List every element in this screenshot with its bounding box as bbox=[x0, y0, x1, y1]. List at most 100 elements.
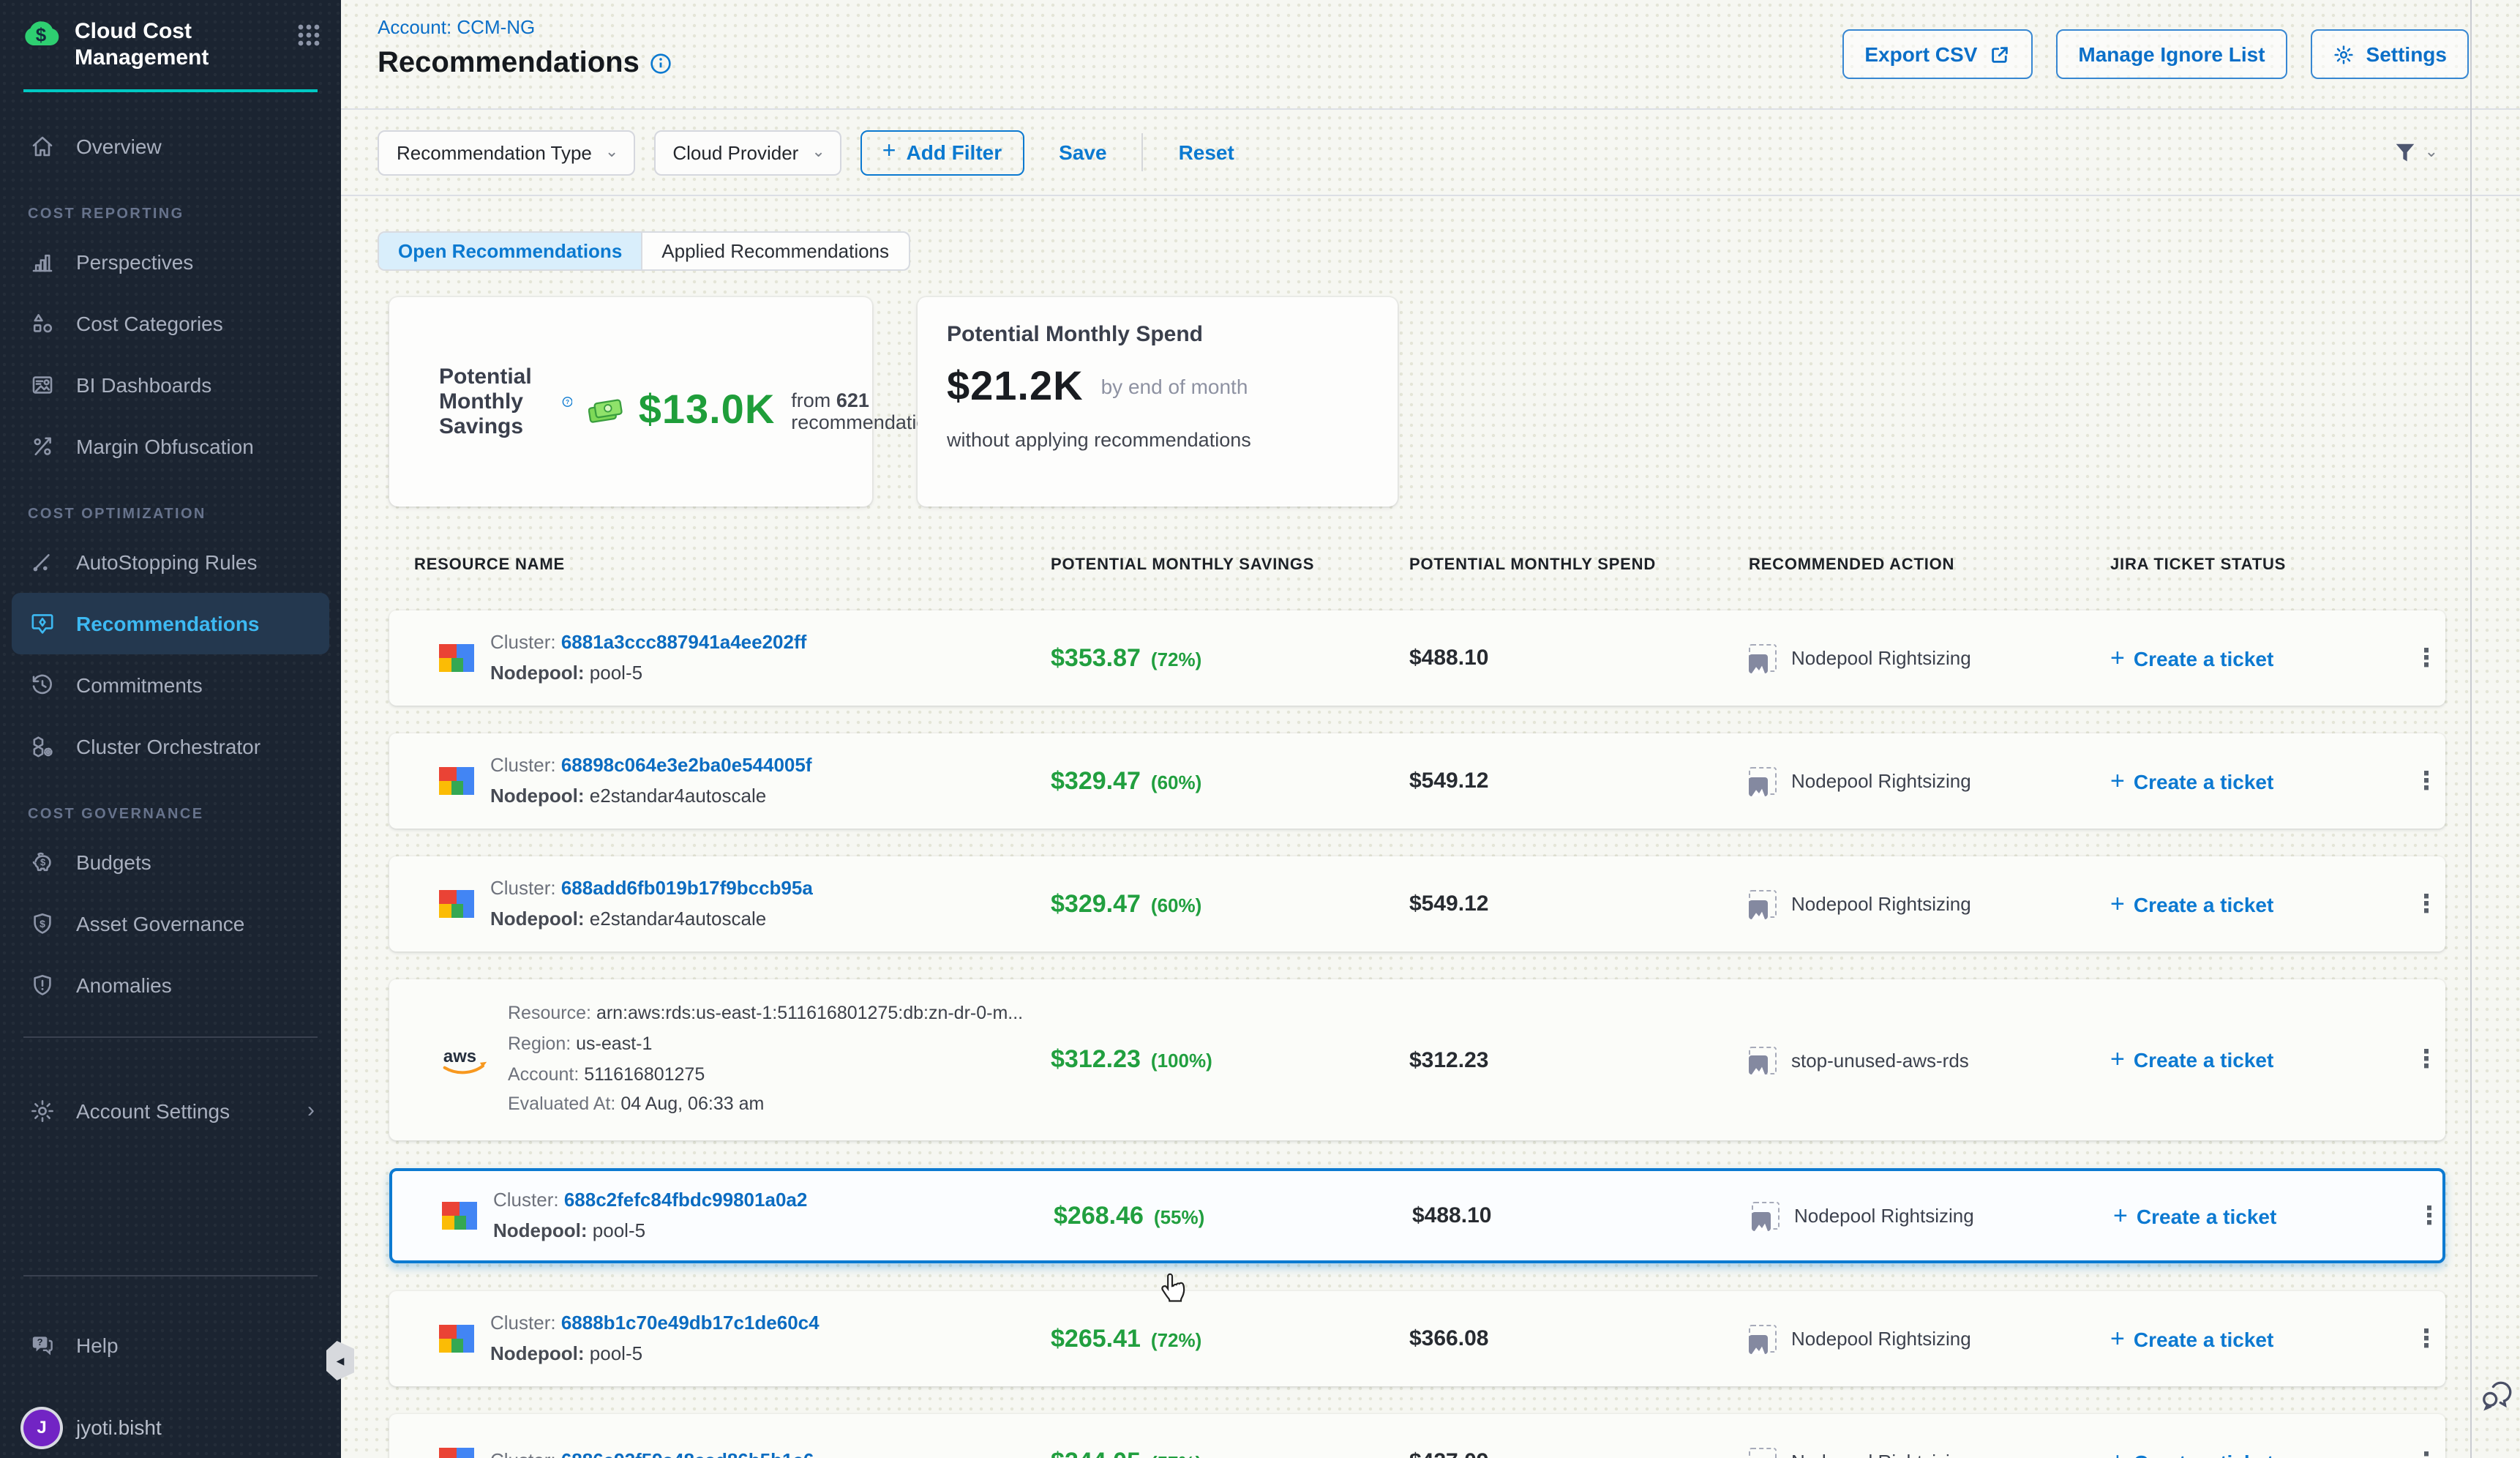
module-grid-icon[interactable] bbox=[297, 23, 320, 54]
money-icon bbox=[589, 396, 626, 424]
scrollbar-track[interactable] bbox=[2470, 0, 2472, 1458]
recommendation-row[interactable]: Cluster: 68898c064e3e2ba0e544005fNodepoo… bbox=[389, 733, 2445, 829]
svg-text:$: $ bbox=[36, 24, 47, 46]
recommendation-row[interactable]: Cluster: 6888b1c70e49db17c1de60c4Nodepoo… bbox=[389, 1291, 2445, 1386]
potential-spend-cell: $312.23 bbox=[1409, 1047, 1749, 1072]
potential-spend-cell: $427.09 bbox=[1409, 1449, 1749, 1458]
sidebar-item-margin-obfuscation[interactable]: Margin Obfuscation bbox=[0, 415, 341, 476]
resource-line: Cluster: 6881a3ccc887941a4ee202ff bbox=[490, 631, 806, 655]
potential-savings-cell: $329.47(60%) bbox=[1051, 766, 1409, 796]
ccm-cloud-logo-icon: $ bbox=[22, 19, 61, 50]
dashboard-icon bbox=[28, 370, 57, 399]
create-ticket-link[interactable]: +Create a ticket bbox=[2110, 1447, 2407, 1458]
sidebar-item-cost-categories[interactable]: Cost Categories bbox=[0, 292, 341, 354]
filter-panel-toggle[interactable]: ⌄ bbox=[2393, 140, 2438, 165]
resource-id-link[interactable]: 688c2fefc84fbdc99801a0a2 bbox=[564, 1189, 808, 1211]
table-header: RESOURCE NAME POTENTIAL MONTHLY SAVINGS … bbox=[389, 556, 2445, 574]
spend-amount-suffix: by end of month bbox=[1101, 375, 1248, 398]
main-content: Account: CCM-NG Recommendations Export C… bbox=[341, 0, 2520, 1458]
recommendation-type-dropdown[interactable]: Recommendation Type ⌄ bbox=[378, 130, 634, 175]
chevron-right-icon: › bbox=[307, 1098, 315, 1123]
row-kebab-menu[interactable]: ⋮ bbox=[2407, 766, 2445, 796]
resource-id-link[interactable]: 6888b1c70e49db17c1de60c4 bbox=[561, 1312, 820, 1334]
rightsizing-action-icon bbox=[1749, 644, 1777, 672]
resource-line: Nodepool: pool-5 bbox=[490, 1342, 820, 1367]
resource-cell: Cluster: 688add6fb019b17f9bccb95aNodepoo… bbox=[389, 877, 1051, 932]
account-breadcrumb-link[interactable]: Account: CCM-NG bbox=[378, 16, 535, 38]
resource-line-label: Evaluated At: bbox=[508, 1094, 615, 1114]
sidebar-item-cluster-orchestrator[interactable]: Cluster Orchestrator bbox=[0, 715, 341, 777]
question-icon[interactable]: ? bbox=[561, 388, 572, 416]
gcp-logo-icon bbox=[442, 1202, 477, 1230]
resource-line-value: pool-5 bbox=[590, 1342, 642, 1364]
support-chat-icon[interactable] bbox=[2479, 1379, 2514, 1418]
create-ticket-link[interactable]: +Create a ticket bbox=[2113, 1201, 2410, 1230]
row-kebab-menu[interactable]: ⋮ bbox=[2407, 643, 2445, 673]
resource-id-link[interactable]: 68898c064e3e2ba0e544005f bbox=[561, 754, 812, 776]
help-label: Help bbox=[76, 1334, 119, 1357]
tab-open-recommendations[interactable]: Open Recommendations bbox=[379, 233, 642, 269]
recommendation-row[interactable]: Cluster: 6881a3ccc887941a4ee202ff Nodepoo… bbox=[389, 610, 2445, 706]
sidebar-item-bi-dashboards[interactable]: BI Dashboards bbox=[0, 354, 341, 415]
gear-icon bbox=[28, 1096, 57, 1125]
row-kebab-menu[interactable]: ⋮ bbox=[2407, 1447, 2445, 1458]
recommendation-row[interactable]: Cluster: 688add6fb019b17f9bccb95aNodepoo… bbox=[389, 856, 2445, 952]
resource-line: Cluster: 688add6fb019b17f9bccb95a bbox=[490, 877, 813, 901]
resource-id-link[interactable]: 6881a3ccc887941a4ee202ff bbox=[561, 631, 806, 653]
export-csv-button[interactable]: Export CSV bbox=[1842, 29, 2033, 79]
sidebar-item-overview[interactable]: Overview bbox=[0, 115, 341, 176]
resource-line: Nodepool: pool-5 bbox=[490, 662, 806, 686]
plus-icon: + bbox=[2110, 1447, 2125, 1458]
recommended-action-cell: Nodepool Rightsizing bbox=[1749, 1325, 2110, 1353]
sidebar-item-anomalies[interactable]: Anomalies bbox=[0, 954, 341, 1015]
potential-monthly-spend-card: Potential Monthly Spend $21.2K by end of… bbox=[918, 297, 1398, 506]
row-kebab-menu[interactable]: ⋮ bbox=[2407, 889, 2445, 919]
recommendation-row[interactable]: Cluster: 688c2fefc84fbdc99801a0a2Nodepoo… bbox=[389, 1168, 2445, 1263]
sidebar-item-autostopping-rules[interactable]: AutoStopping Rules bbox=[0, 531, 341, 592]
savings-amount: $13.0K bbox=[639, 386, 776, 433]
create-ticket-link[interactable]: +Create a ticket bbox=[2110, 643, 2407, 673]
potential-spend-cell: $549.12 bbox=[1409, 891, 1749, 916]
svg-text:?: ? bbox=[37, 1336, 43, 1347]
add-filter-button[interactable]: + Add Filter bbox=[860, 130, 1024, 175]
save-filter-link[interactable]: Save bbox=[1059, 141, 1106, 164]
resource-id-link[interactable]: 688add6fb019b17f9bccb95a bbox=[561, 877, 813, 899]
sidebar-item-label: Commitments bbox=[76, 673, 203, 696]
sidebar-item-account-settings[interactable]: Account Settings › bbox=[0, 1080, 341, 1141]
tab-applied-recommendations[interactable]: Applied Recommendations bbox=[642, 233, 908, 269]
resource-id-link[interactable]: 6886e92f59a48cad86b5b1c6 bbox=[561, 1450, 814, 1458]
column-recommended-action: RECOMMENDED ACTION bbox=[1749, 556, 2110, 574]
settings-button[interactable]: Settings bbox=[2311, 29, 2469, 79]
create-ticket-link[interactable]: +Create a ticket bbox=[2110, 1324, 2407, 1353]
potential-spend-cell: $488.10 bbox=[1412, 1203, 1752, 1228]
rightsizing-action-icon bbox=[1749, 1325, 1777, 1353]
sidebar-item-perspectives[interactable]: Perspectives bbox=[0, 231, 341, 292]
sidebar-user[interactable]: J jyoti.bisht bbox=[0, 1397, 341, 1458]
resource-cell: Cluster: 6888b1c70e49db17c1de60c4Nodepoo… bbox=[389, 1312, 1051, 1367]
cloud-provider-dropdown[interactable]: Cloud Provider ⌄ bbox=[653, 130, 841, 175]
resource-line-label: Region: bbox=[508, 1033, 571, 1054]
create-ticket-link[interactable]: +Create a ticket bbox=[2110, 889, 2407, 919]
spend-card-title: Potential Monthly Spend bbox=[947, 322, 1203, 347]
gear-icon bbox=[2333, 43, 2355, 65]
row-kebab-menu[interactable]: ⋮ bbox=[2407, 1045, 2445, 1074]
recommendation-row[interactable]: Resource: arn:aws:rds:us-east-1:51161680… bbox=[389, 979, 2445, 1140]
recommendation-row[interactable]: Cluster: 6886e92f59a48cad86b5b1c6$244.05… bbox=[389, 1414, 2445, 1458]
plus-icon: + bbox=[2110, 643, 2125, 673]
create-ticket-link[interactable]: +Create a ticket bbox=[2110, 766, 2407, 796]
resource-line-label: Cluster: bbox=[490, 631, 556, 653]
row-kebab-menu[interactable]: ⋮ bbox=[2407, 1324, 2445, 1353]
info-icon[interactable] bbox=[650, 53, 672, 75]
reset-filter-link[interactable]: Reset bbox=[1179, 141, 1234, 164]
sidebar-item-help[interactable]: ? Help bbox=[0, 1315, 341, 1376]
row-kebab-menu[interactable]: ⋮ bbox=[2410, 1201, 2448, 1230]
resource-line-label: Nodepool: bbox=[490, 1342, 585, 1364]
manage-ignore-list-button[interactable]: Manage Ignore List bbox=[2056, 29, 2287, 79]
sidebar-item-recommendations[interactable]: Recommendations bbox=[12, 592, 329, 654]
sidebar-item-asset-governance[interactable]: $Asset Governance bbox=[0, 892, 341, 954]
sidebar-item-commitments[interactable]: Commitments bbox=[0, 654, 341, 715]
resource-line: Cluster: 688c2fefc84fbdc99801a0a2 bbox=[493, 1189, 807, 1213]
sidebar-item-budgets[interactable]: $Budgets bbox=[0, 831, 341, 892]
potential-savings-cell: $268.46(55%) bbox=[1054, 1201, 1412, 1230]
create-ticket-link[interactable]: +Create a ticket bbox=[2110, 1045, 2407, 1074]
